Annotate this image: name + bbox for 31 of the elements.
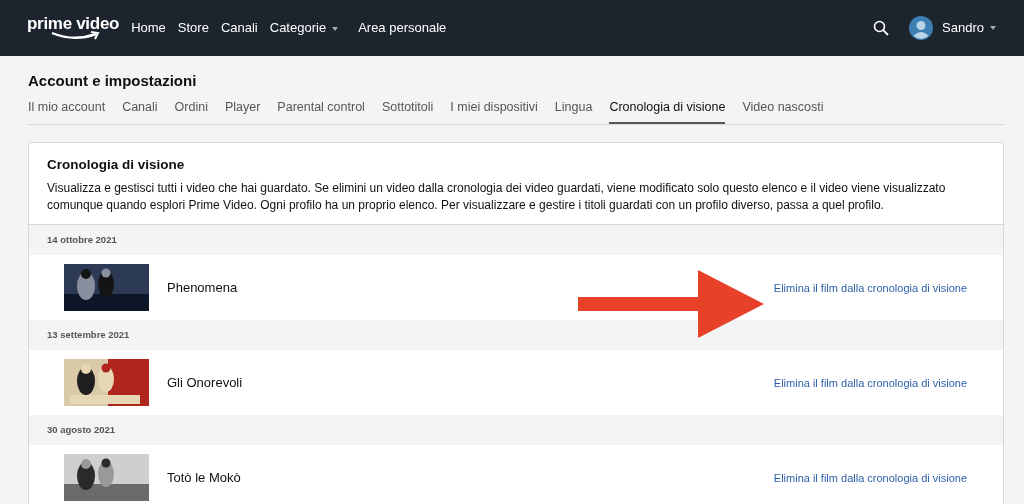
- video-title: Totò le Mokò: [167, 469, 242, 487]
- logo[interactable]: prime video: [27, 15, 120, 41]
- date-label: 14 ottobre 2021: [47, 233, 117, 248]
- tab[interactable]: Video nascosti: [742, 94, 824, 124]
- categories-dropdown[interactable]: Categorie: [265, 18, 343, 38]
- video-title: Phenomena: [167, 279, 239, 297]
- remove-link[interactable]: Elimina il film dalla cronologia di visione: [773, 279, 967, 296]
- avatar-icon: [909, 16, 934, 40]
- tab[interactable]: Il mio account: [28, 94, 106, 124]
- tab[interactable]: Cronologia di visione: [609, 94, 726, 124]
- tab[interactable]: Canali: [122, 94, 158, 124]
- tab[interactable]: I miei dispositivi: [450, 94, 538, 124]
- tab[interactable]: Ordini: [174, 94, 208, 124]
- tab[interactable]: Lingua: [554, 94, 593, 124]
- page-title: Account e impostazioni: [28, 71, 198, 91]
- date-label: 30 agosto 2021: [47, 423, 116, 438]
- tab[interactable]: Parental control: [277, 94, 365, 124]
- date-label: 13 settembre 2021: [47, 328, 130, 343]
- profile-menu[interactable]: Sandro: [905, 16, 1000, 40]
- nav-link[interactable]: Canali: [216, 18, 262, 38]
- remove-link[interactable]: Elimina il film dalla cronologia di visione: [773, 374, 967, 391]
- video-title: Gli Onorevoli: [167, 374, 244, 392]
- tab[interactable]: Player: [224, 94, 261, 124]
- remove-link[interactable]: Elimina il film dalla cronologia di visione: [773, 469, 967, 486]
- section-title: Cronologia di visione: [47, 156, 186, 174]
- section-description: Visualizza e gestisci tutti i video che hai guardato. Se elimini un video dalla cronologia dei video guardati, viene modificato solo questo elenco e il video viene visualizzato comunque quando esplori Prime Video. Ogni profilo ha un proprio elenco. Per visualizzare e gestire i titoli guardati con un profilo diverso, passa a quel profilo.: [47, 180, 947, 215]
- search-icon[interactable]: [873, 20, 890, 36]
- nav-link[interactable]: Area personale: [354, 18, 451, 38]
- nav-link[interactable]: Home: [127, 18, 170, 38]
- tab[interactable]: Sottotitoli: [381, 94, 434, 124]
- nav-link[interactable]: Store: [173, 18, 213, 38]
